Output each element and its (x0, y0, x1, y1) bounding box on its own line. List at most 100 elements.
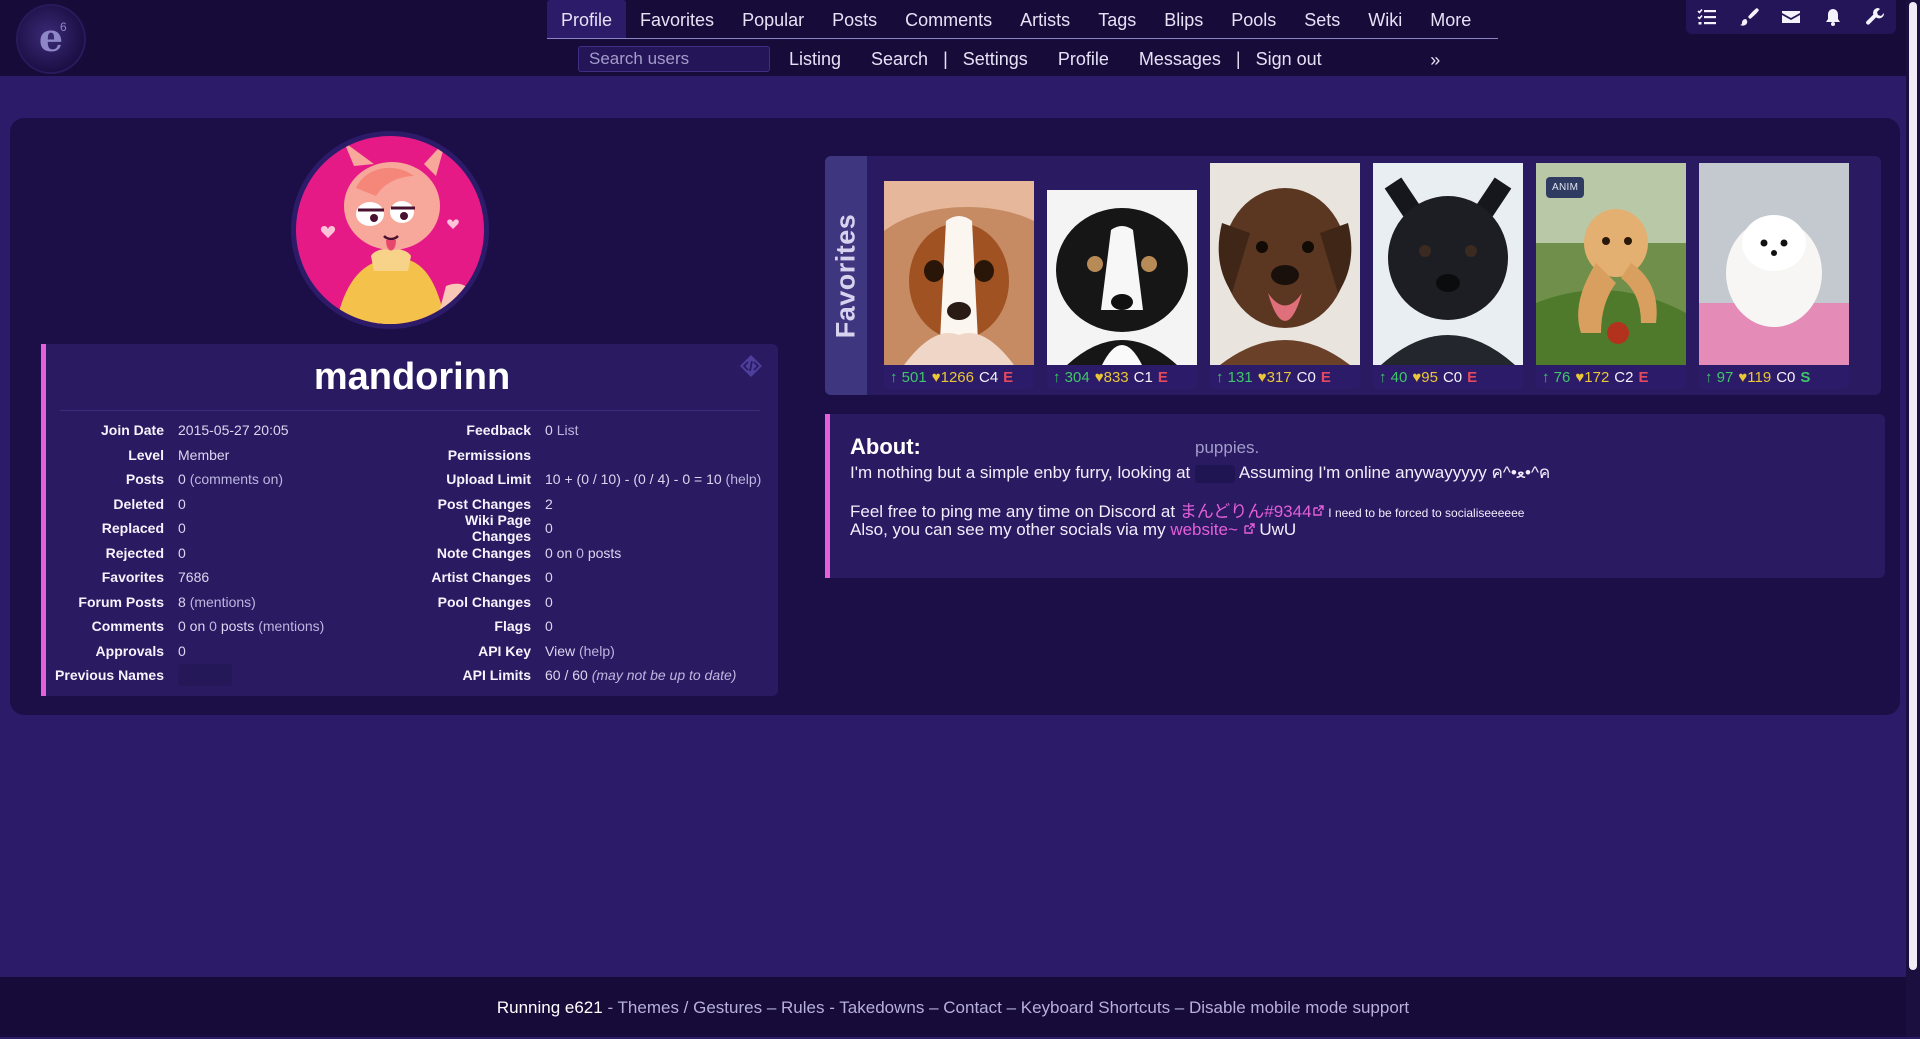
about-line-2: Feel free to ping me any time on Discord… (850, 502, 1525, 521)
quick-icons (1686, 0, 1896, 34)
nav-tab-favorites[interactable]: Favorites (626, 0, 728, 38)
favorite-thumb[interactable]: ↑ 304 ♥833 C1 E (1047, 163, 1197, 389)
stat-api-key: API Key View (help) (478, 642, 615, 659)
post-changes-link[interactable]: 2 (545, 496, 553, 512)
nav-tab-more[interactable]: More » (1416, 0, 1498, 70)
nav-tab-sets[interactable]: Sets (1290, 0, 1354, 38)
thumbnail-image (1047, 190, 1197, 365)
bell-icon[interactable] (1822, 6, 1844, 28)
subnav-search[interactable]: Search (856, 49, 943, 70)
subnav-sign-out[interactable]: Sign out (1241, 49, 1337, 70)
checklist-icon[interactable] (1696, 6, 1718, 28)
footer-themes-link[interactable]: Themes (618, 998, 679, 1017)
stats-right: Feedback 0 List Permissions Upload Limit 1… (421, 418, 761, 688)
top-bar: e 6 Profile Favorites Popular Posts Comm… (0, 0, 1906, 76)
discord-link[interactable]: まんどりん#9344 (1180, 502, 1324, 521)
thumbnail-image (1373, 163, 1523, 365)
footer-contact-link[interactable]: Contact (943, 998, 1002, 1017)
favorite-thumb[interactable]: ↑ 40 ♥95 C0 E (1373, 163, 1523, 389)
footer-disable-mobile-link[interactable]: Disable mobile mode support (1189, 998, 1409, 1017)
site-logo[interactable]: e 6 (18, 6, 84, 72)
avatar[interactable] (291, 131, 489, 329)
favorite-stats: ↑ 304 ♥833 C1 E (1047, 365, 1197, 389)
sub-nav: Listing Search | Settings Profile Messag… (578, 46, 1337, 72)
stat-upload-limit: Upload Limit 10 + (0 / 10) - (0 / 4) - 0 … (446, 471, 762, 488)
favorite-stats: ↑ 131 ♥317 C0 E (1210, 365, 1360, 389)
favorite-thumb[interactable]: ↑ 501 ♥1266 C4 E (884, 163, 1034, 389)
wrench-icon[interactable] (1864, 6, 1886, 28)
thumbnail-image (1210, 163, 1360, 365)
logo-sup: 6 (60, 20, 67, 34)
external-link-icon (1312, 505, 1324, 516)
nav-tab-wiki[interactable]: Wiki (1354, 0, 1416, 38)
nav-tab-artists[interactable]: Artists (1006, 0, 1084, 38)
brush-icon[interactable] (1738, 6, 1760, 28)
nav-tab-popular[interactable]: Popular (728, 0, 818, 38)
nav-tab-tags[interactable]: Tags (1084, 0, 1150, 38)
favorites-count-link[interactable]: 7686 (178, 569, 209, 585)
scrollbar-thumb[interactable] (1909, 2, 1917, 970)
about-line-3: Also, you can see my other socials via m… (850, 520, 1297, 539)
external-link-icon (1243, 523, 1255, 534)
mail-icon[interactable] (1780, 6, 1802, 28)
feedback-list-link[interactable]: List (557, 422, 579, 438)
footer-gestures-link[interactable]: Gestures (693, 998, 762, 1017)
stat-join-date: Join Date 2015-05-27 20:05 (100, 422, 289, 439)
comments-on-link[interactable]: (comments on) (190, 471, 283, 487)
divider (60, 410, 760, 411)
stat-rejected: Rejected 0 (105, 544, 186, 561)
code-icon[interactable] (739, 354, 763, 378)
username: mandorinn (313, 356, 511, 398)
api-key-help-link[interactable]: (help) (579, 643, 615, 659)
favorite-thumb[interactable]: ↑ 97 ♥119 C0 S (1699, 163, 1849, 389)
running-e621: Running e621 (496, 998, 603, 1017)
website-link[interactable]: website~ (1170, 520, 1255, 539)
footer-takedowns-link[interactable]: Takedowns (839, 998, 924, 1017)
stat-approvals: Approvals 0 (95, 642, 186, 659)
nav-tab-comments[interactable]: Comments (891, 0, 1006, 38)
footer-rules-link[interactable]: Rules (781, 998, 824, 1017)
note-posts-link[interactable]: 0 (576, 545, 584, 561)
footer-keyboard-shortcuts-link[interactable]: Keyboard Shortcuts (1021, 998, 1170, 1017)
favorites-heading[interactable]: Favorites (825, 156, 867, 395)
nav-tab-pools[interactable]: Pools (1217, 0, 1290, 38)
stat-flags: Flags 0 (494, 618, 553, 635)
search-users-input[interactable] (578, 46, 770, 72)
forum-mentions-link[interactable]: (mentions) (190, 594, 256, 610)
posts-link[interactable]: 0 (178, 471, 186, 487)
favorite-thumb[interactable]: ANIM ↑ 76 ♥172 C2 E (1536, 163, 1686, 389)
subnav-messages[interactable]: Messages (1124, 49, 1236, 70)
subnav-settings[interactable]: Settings (948, 49, 1043, 70)
subnav-profile[interactable]: Profile (1043, 49, 1124, 70)
upload-help-link[interactable]: (help) (726, 471, 762, 487)
page-scrollbar[interactable] (1906, 0, 1920, 1037)
favorite-stats: ↑ 501 ♥1266 C4 E (884, 365, 1034, 389)
stat-previous-names: Previous Names (54, 663, 324, 688)
comment-mentions-link[interactable]: (mentions) (258, 618, 324, 634)
stat-deleted: Deleted 0 (113, 495, 186, 512)
favorite-stats: ↑ 76 ♥172 C2 E (1536, 365, 1686, 389)
stat-permissions: Permissions (447, 446, 531, 463)
stat-feedback: Feedback 0 List (466, 422, 579, 439)
redacted-block (178, 664, 232, 687)
stat-level: Level Member (128, 446, 230, 463)
comments-posts-count-link[interactable]: 0 (209, 618, 217, 634)
stat-forum-posts: Forum Posts 8 (mentions) (78, 593, 256, 610)
forum-posts-link[interactable]: 8 (178, 594, 186, 610)
about-section: About: puppies. I'm nothing but a simple… (825, 414, 1885, 578)
thumbnail-image (884, 181, 1034, 365)
subnav-listing[interactable]: Listing (774, 49, 856, 70)
user-info-box: mandorinn Join Date 2015-05-27 20:05 Leve… (41, 344, 778, 696)
stat-favorites: Favorites 7686 (101, 569, 210, 586)
thumbnail-image (1699, 163, 1849, 365)
nav-tab-posts[interactable]: Posts (818, 0, 891, 38)
favorite-thumb[interactable]: ↑ 131 ♥317 C0 E (1210, 163, 1360, 389)
stat-api-limits: API Limits 60 / 60 (may not be up to date… (462, 667, 737, 684)
favorite-stats: ↑ 97 ♥119 C0 S (1699, 365, 1849, 389)
favorites-panel: Favorites ↑ 501 ♥1266 C4 E ↑ 304 ♥833 C1 E ↑ 1… (825, 156, 1881, 395)
nav-tab-profile[interactable]: Profile (547, 0, 627, 38)
anim-badge: ANIM (1546, 177, 1585, 198)
nav-tab-blips[interactable]: Blips (1150, 0, 1217, 38)
api-key-view-link[interactable]: View (545, 643, 575, 659)
stat-replaced: Replaced 0 (101, 520, 186, 537)
